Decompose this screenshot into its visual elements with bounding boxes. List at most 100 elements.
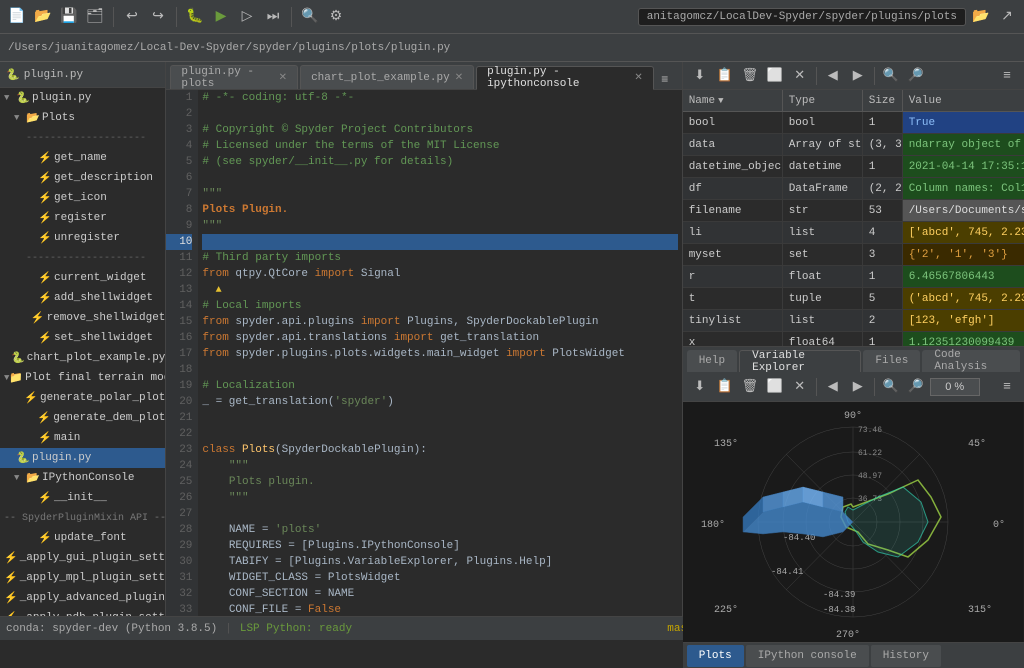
func-icon: ⚡ [38,431,52,445]
tree-item-register[interactable]: ⚡ register [0,208,165,228]
tree-item-update-font[interactable]: ⚡ update_font [0,528,165,548]
save-all-icon[interactable]: 🗂 [84,6,106,28]
sort-arrow-icon: ▼ [718,96,723,106]
var-menu-icon[interactable]: ≡ [996,65,1018,87]
run-icon[interactable]: ▶ [210,6,232,28]
lsp-status: LSP Python: ready [240,623,352,635]
editor-menu-icon[interactable]: ≡ [656,71,674,89]
plot-copy-icon[interactable]: 📋 [714,376,736,398]
tree-item-plugin-selected[interactable]: 🐍 plugin.py [0,448,165,468]
tab-close-icon[interactable]: ✕ [455,72,463,84]
var-row[interactable]: li list 4 ['abcd', 745, 2.23, 'efgh', 70… [683,222,1024,244]
tab-history[interactable]: History [871,645,941,667]
var-row[interactable]: t tuple 5 ('abcd', 745, 2.23, 'efgh', 70… [683,288,1024,310]
var-row[interactable]: datetime_object datetime 1 2021-04-14 17… [683,156,1024,178]
tab-plots[interactable]: plugin.py - plots ✕ [170,65,298,89]
tree-item-plots[interactable]: ▼ 📂 Plots [0,108,165,128]
var-copy-icon[interactable]: 📋 [714,65,736,87]
plot-zoomin-icon[interactable]: 🔍 [880,376,902,398]
debug-icon[interactable]: 🐛 [184,6,206,28]
open-file-icon[interactable]: 📂 [32,6,54,28]
plot-delete-icon[interactable]: 🗑 [739,376,761,398]
repo-open-icon[interactable]: 📂 [970,6,992,28]
func-icon: ⚡ [24,391,38,405]
tree-item-set-shellwidget[interactable]: ⚡ set_shellwidget [0,328,165,348]
tab-code-analysis[interactable]: Code Analysis [922,350,1020,372]
zoom-input[interactable]: 0 % [930,378,980,396]
plot-clear-icon[interactable]: ⬜ [764,376,786,398]
tab-ipython[interactable]: plugin.py - ipythonconsole ✕ [476,66,654,90]
tab-variable-explorer[interactable]: Variable Explorer [739,350,861,372]
var-row[interactable]: filename str 53 /Users/Documents/spyder/… [683,200,1024,222]
py-file-icon: 🐍 [16,91,30,105]
tab-ipython-console[interactable]: IPython console [746,645,869,667]
tree-item-apply-gui[interactable]: ⚡ _apply_gui_plugin_settings [0,548,165,568]
arrow-icon: ▼ [14,113,26,123]
var-clear-icon[interactable]: ⬜ [764,65,786,87]
col-size[interactable]: Size [863,90,903,111]
tab-files[interactable]: Files [863,350,920,372]
var-row[interactable]: df DataFrame (2, 2) Column names: Col1, … [683,178,1024,200]
tree-item-unregister[interactable]: ⚡ unregister [0,228,165,248]
tree-item-get-name[interactable]: ⚡ get_name [0,148,165,168]
var-stop-icon[interactable]: ✕ [789,65,811,87]
tree-item-terrain[interactable]: ▼ 📁 Plot final terrain model [0,368,165,388]
var-row[interactable]: bool bool 1 True [683,112,1024,134]
tree-sep-2: -------------------- [0,248,165,268]
tab-help[interactable]: Help [687,350,737,372]
var-import-icon[interactable]: ⬇ [689,65,711,87]
plot-zoomout-icon[interactable]: 🔎 [905,376,927,398]
tree-item-current-widget[interactable]: ⚡ current_widget [0,268,165,288]
tab-close-icon[interactable]: ✕ [279,72,287,84]
undo-icon[interactable]: ↩ [121,6,143,28]
var-row[interactable]: x float64 1 1.12351230099439 [683,332,1024,346]
tab-plots[interactable]: Plots [687,645,744,667]
find-icon[interactable]: 🔍 [299,6,321,28]
tree-item-get-description[interactable]: ⚡ get_description [0,168,165,188]
run-cell-icon[interactable]: ▷ [236,6,258,28]
plot-stop-icon[interactable]: ✕ [789,376,811,398]
run-selection-icon[interactable]: ⏭ [262,6,284,28]
tree-item-chart[interactable]: 🐍 chart_plot_example.py [0,348,165,368]
var-filter-icon[interactable]: 🔎 [905,65,927,87]
func-icon: ⚡ [38,171,52,185]
redo-icon[interactable]: ↪ [147,6,169,28]
tree-item-add-shellwidget[interactable]: ⚡ add_shellwidget [0,288,165,308]
tree-item-get-icon[interactable]: ⚡ get_icon [0,188,165,208]
code-editor[interactable]: # -*- coding: utf-8 -*- # Copyright © Sp… [198,90,681,616]
var-next-icon[interactable]: ▶ [847,65,869,87]
tree-item-ipython[interactable]: ▼ 📂 IPythonConsole [0,468,165,488]
tab-close-icon[interactable]: ✕ [634,72,642,84]
plot-save-icon[interactable]: ⬇ [689,376,711,398]
var-row[interactable]: myset set 3 {'2', '1', '3'} [683,244,1024,266]
func-icon: ⚡ [38,531,52,545]
tree-item-gen-dem[interactable]: ⚡ generate_dem_plot [0,408,165,428]
tree-item-main[interactable]: ⚡ main [0,428,165,448]
tree-item-pluginpy[interactable]: ▼ 🐍 plugin.py [0,88,165,108]
save-file-icon[interactable]: 💾 [58,6,80,28]
col-type[interactable]: Type [783,90,863,111]
repo-nav-icon[interactable]: ↗ [996,6,1018,28]
tab-chart[interactable]: chart_plot_example.py ✕ [300,65,474,89]
sep3 [291,7,292,27]
plot-next-icon[interactable]: ▶ [847,376,869,398]
settings-icon[interactable]: ⚙ [325,6,347,28]
tree-item-remove-shellwidget[interactable]: ⚡ remove_shellwidget [0,308,165,328]
tree-item-init[interactable]: ⚡ __init__ [0,488,165,508]
col-value[interactable]: Value [903,90,1024,111]
var-row[interactable]: data Array of str128 (3, 3) ndarray obje… [683,134,1024,156]
var-search-icon[interactable]: 🔍 [880,65,902,87]
tree-item-apply-adv[interactable]: ⚡ _apply_advanced_plugin_s [0,588,165,608]
plot-prev-icon[interactable]: ◀ [822,376,844,398]
new-file-icon[interactable]: 📄 [6,6,28,28]
tree-item-apply-pdb[interactable]: ⚡ _apply_pdb_plugin_setting [0,608,165,616]
tree-item-gen-polar[interactable]: ⚡ generate_polar_plot [0,388,165,408]
var-row[interactable]: r float 1 6.46567806443 [683,266,1024,288]
var-row[interactable]: tinylist list 2 [123, 'efgh'] [683,310,1024,332]
editor-panel: plugin.py - plots ✕ chart_plot_example.p… [166,62,682,616]
var-prev-icon[interactable]: ◀ [822,65,844,87]
plot-menu-icon[interactable]: ≡ [996,376,1018,398]
var-delete-icon[interactable]: 🗑 [739,65,761,87]
tree-item-apply-mpl[interactable]: ⚡ _apply_mpl_plugin_setting [0,568,165,588]
col-name[interactable]: Name ▼ [683,90,783,111]
